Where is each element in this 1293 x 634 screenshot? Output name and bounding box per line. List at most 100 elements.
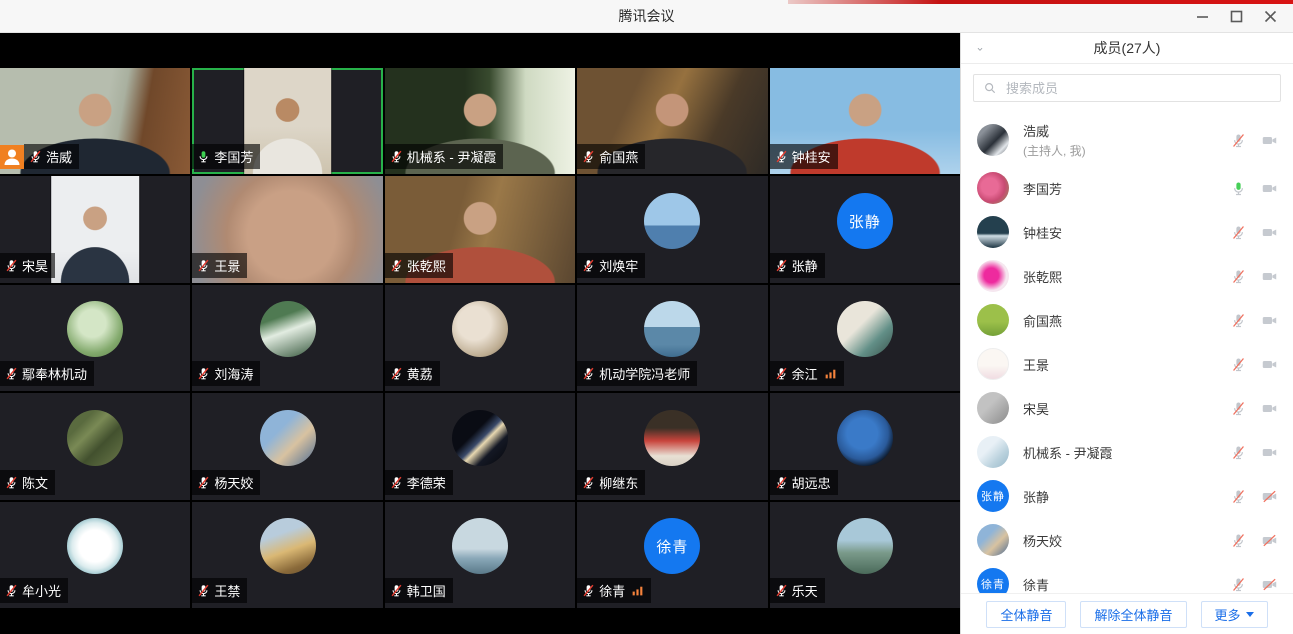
member-row[interactable]: 徐青徐青 [977, 562, 1279, 593]
member-row[interactable]: 宋昊 [977, 386, 1279, 430]
member-name: 李国芳 [1023, 179, 1062, 198]
video-tile[interactable]: 宋昊 [0, 176, 190, 282]
camera-icon[interactable] [1260, 312, 1279, 329]
video-tile[interactable]: 机动学院冯老师 [577, 285, 767, 391]
video-tile[interactable]: 浩威 [0, 68, 190, 174]
member-avatar [977, 260, 1009, 292]
camera-muted-icon[interactable] [1260, 532, 1279, 549]
video-tile[interactable]: 李德荣 [385, 393, 575, 499]
member-avatar [977, 524, 1009, 556]
close-button[interactable] [1253, 3, 1287, 31]
members-panel-title: 成员(27人) [1094, 38, 1161, 58]
unmute-all-button[interactable]: 解除全体静音 [1080, 601, 1186, 628]
mic-muted-icon[interactable] [1230, 312, 1247, 329]
camera-icon[interactable] [1260, 132, 1279, 149]
name-label: 胡远忠 [770, 470, 838, 495]
video-tile[interactable]: 俞国燕 [577, 68, 767, 174]
more-button[interactable]: 更多 [1201, 601, 1268, 628]
member-row[interactable]: 王景 [977, 342, 1279, 386]
member-avatar [977, 348, 1009, 380]
minimize-button[interactable] [1185, 3, 1219, 31]
video-tile[interactable]: 李国芳 [192, 68, 382, 174]
member-row[interactable]: 张乾熙 [977, 254, 1279, 298]
mic-muted-icon [196, 475, 211, 490]
mic-muted-icon[interactable] [1230, 356, 1247, 373]
camera-muted-icon[interactable] [1260, 576, 1279, 593]
video-tile[interactable]: 韩卫国 [385, 502, 575, 608]
name-label: 宋昊 [0, 253, 55, 278]
mic-muted-icon[interactable] [1230, 224, 1247, 241]
participant-avatar [67, 410, 123, 466]
video-tile[interactable]: 张静张静 [770, 176, 960, 282]
camera-icon[interactable] [1260, 356, 1279, 373]
member-row[interactable]: 浩威(主持人, 我) [977, 114, 1279, 166]
video-tile[interactable]: 鄢奉林机动 [0, 285, 190, 391]
camera-muted-icon[interactable] [1260, 488, 1279, 505]
mic-on-icon [196, 149, 211, 164]
member-row[interactable]: 李国芳 [977, 166, 1279, 210]
name-label: 李国芳 [192, 144, 260, 169]
video-tile[interactable]: 徐青徐青 [577, 502, 767, 608]
name-label: 俞国燕 [577, 144, 645, 169]
name-label: 王禁 [192, 578, 247, 603]
video-tile[interactable]: 黄荔 [385, 285, 575, 391]
name-label: 张静 [770, 253, 825, 278]
member-role: (主持人, 我) [1023, 142, 1086, 159]
mute-all-button[interactable]: 全体静音 [986, 601, 1066, 628]
maximize-button[interactable] [1219, 3, 1253, 31]
mic-muted-icon[interactable] [1230, 400, 1247, 417]
video-tile[interactable]: 刘焕牢 [577, 176, 767, 282]
member-avatar [977, 436, 1009, 468]
tile-footer: 张乾熙 [385, 253, 453, 278]
participant-name: 柳继东 [599, 473, 638, 492]
video-tile[interactable]: 王禁 [192, 502, 382, 608]
collapse-panel-button[interactable] [969, 38, 991, 60]
video-tile[interactable]: 杨天姣 [192, 393, 382, 499]
video-tile[interactable]: 王景 [192, 176, 382, 282]
mic-muted-icon[interactable] [1230, 132, 1247, 149]
member-row[interactable]: 张静张静 [977, 474, 1279, 518]
participant-avatar [837, 518, 893, 574]
participant-avatar [837, 301, 893, 357]
video-tile[interactable]: 刘海涛 [192, 285, 382, 391]
mic-on-icon[interactable] [1230, 180, 1247, 197]
camera-icon[interactable] [1260, 400, 1279, 417]
member-text: 宋昊 [1023, 399, 1049, 418]
tile-footer: 机械系 - 尹凝霞 [385, 144, 504, 169]
camera-icon[interactable] [1260, 224, 1279, 241]
member-avatar: 徐青 [977, 568, 1009, 593]
main-area: 浩威李国芳机械系 - 尹凝霞俞国燕钟桂安宋昊王景张乾熙刘焕牢张静张静鄢奉林机动刘… [0, 33, 1293, 634]
member-row[interactable]: 杨天姣 [977, 518, 1279, 562]
member-name: 俞国燕 [1023, 311, 1062, 330]
video-tile[interactable]: 牟小光 [0, 502, 190, 608]
camera-icon[interactable] [1260, 268, 1279, 285]
camera-icon[interactable] [1260, 180, 1279, 197]
unmute-all-label: 解除全体静音 [1094, 605, 1172, 624]
member-row[interactable]: 钟桂安 [977, 210, 1279, 254]
name-label: 机动学院冯老师 [577, 361, 697, 386]
video-tile[interactable]: 钟桂安 [770, 68, 960, 174]
video-tile[interactable]: 陈文 [0, 393, 190, 499]
member-row[interactable]: 俞国燕 [977, 298, 1279, 342]
member-avatar [977, 216, 1009, 248]
tile-footer: 张静 [770, 253, 825, 278]
member-row[interactable]: 机械系 - 尹凝霞 [977, 430, 1279, 474]
search-box[interactable] [973, 74, 1281, 102]
minimize-icon [1196, 10, 1209, 23]
participant-name: 李德荣 [407, 473, 446, 492]
mic-muted-icon[interactable] [1230, 488, 1247, 505]
mic-muted-icon [389, 366, 404, 381]
member-controls [1230, 400, 1279, 417]
video-tile[interactable]: 胡远忠 [770, 393, 960, 499]
mic-muted-icon[interactable] [1230, 532, 1247, 549]
mic-muted-icon[interactable] [1230, 268, 1247, 285]
search-input[interactable] [1004, 80, 1271, 97]
camera-icon[interactable] [1260, 444, 1279, 461]
video-tile[interactable]: 余江 [770, 285, 960, 391]
video-tile[interactable]: 张乾熙 [385, 176, 575, 282]
video-tile[interactable]: 机械系 - 尹凝霞 [385, 68, 575, 174]
mic-muted-icon[interactable] [1230, 444, 1247, 461]
video-tile[interactable]: 柳继东 [577, 393, 767, 499]
video-tile[interactable]: 乐天 [770, 502, 960, 608]
mic-muted-icon[interactable] [1230, 576, 1247, 593]
